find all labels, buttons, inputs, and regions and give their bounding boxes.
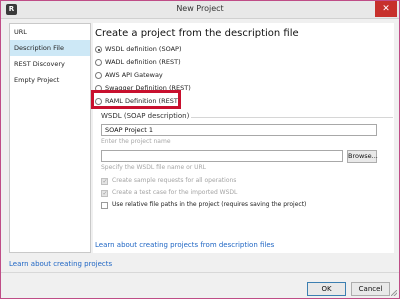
project-name-hint: Enter the project name (101, 138, 171, 145)
close-button[interactable]: ✕ (375, 1, 397, 17)
option-label: WSDL definition (SOAP) (105, 45, 182, 53)
nav-item-url[interactable]: URL (10, 24, 90, 40)
radio-icon[interactable] (95, 72, 102, 79)
raml-highlight-box (91, 90, 181, 109)
learn-description-files-link[interactable]: Learn about creating projects from descr… (95, 241, 274, 249)
checkbox-label: Use relative file paths in the project (… (112, 201, 307, 208)
project-type-nav: URL Description File REST Discovery Empt… (9, 23, 91, 253)
learn-creating-projects-link[interactable]: Learn about creating projects (9, 260, 112, 268)
option-aws-api-gateway[interactable]: AWS API Gateway (95, 70, 163, 81)
section-title: WSDL (SOAP description) (101, 112, 190, 120)
page-title: Create a project from the description fi… (95, 28, 299, 39)
checkbox-checked-icon[interactable] (101, 189, 108, 199)
browse-button[interactable]: Browse... (347, 150, 378, 163)
option-wsdl[interactable]: WSDL definition (SOAP) (95, 44, 181, 55)
nav-item-rest-discovery[interactable]: REST Discovery (10, 56, 90, 72)
nav-item-empty-project[interactable]: Empty Project (10, 72, 90, 88)
radio-selected-icon[interactable] (95, 46, 102, 53)
nav-item-description-file[interactable]: Description File (10, 40, 90, 56)
option-label: WADL definition (REST) (105, 58, 181, 66)
ok-button[interactable]: OK (307, 282, 346, 296)
check-relative-paths[interactable]: Use relative file paths in the project (… (101, 200, 306, 210)
section-divider (191, 117, 393, 118)
wsdl-file-input[interactable] (101, 150, 343, 162)
title-bar: R New Project ✕ (1, 1, 399, 19)
checkbox-label: Create sample requests for all operation… (112, 177, 237, 184)
checkbox-checked-icon[interactable] (101, 177, 108, 187)
footer-divider (1, 272, 399, 273)
checkbox-icon[interactable] (101, 201, 108, 209)
checkbox-label: Create a test case for the imported WSDL (112, 189, 238, 196)
resize-grip-icon[interactable] (391, 290, 397, 296)
check-create-sample-requests[interactable]: Create sample requests for all operation… (101, 176, 237, 187)
cancel-button[interactable]: Cancel (351, 282, 390, 296)
option-wadl[interactable]: WADL definition (REST) (95, 57, 181, 68)
project-name-input[interactable]: SOAP Project 1 (101, 124, 377, 136)
radio-icon[interactable] (95, 59, 102, 66)
window-title: New Project (176, 4, 224, 13)
check-create-test-case[interactable]: Create a test case for the imported WSDL (101, 188, 238, 199)
wsdl-file-hint: Specify the WSDL file name or URL (101, 164, 207, 171)
option-label: AWS API Gateway (105, 71, 163, 79)
new-project-dialog: R New Project ✕ URL Description File RES… (0, 0, 400, 299)
